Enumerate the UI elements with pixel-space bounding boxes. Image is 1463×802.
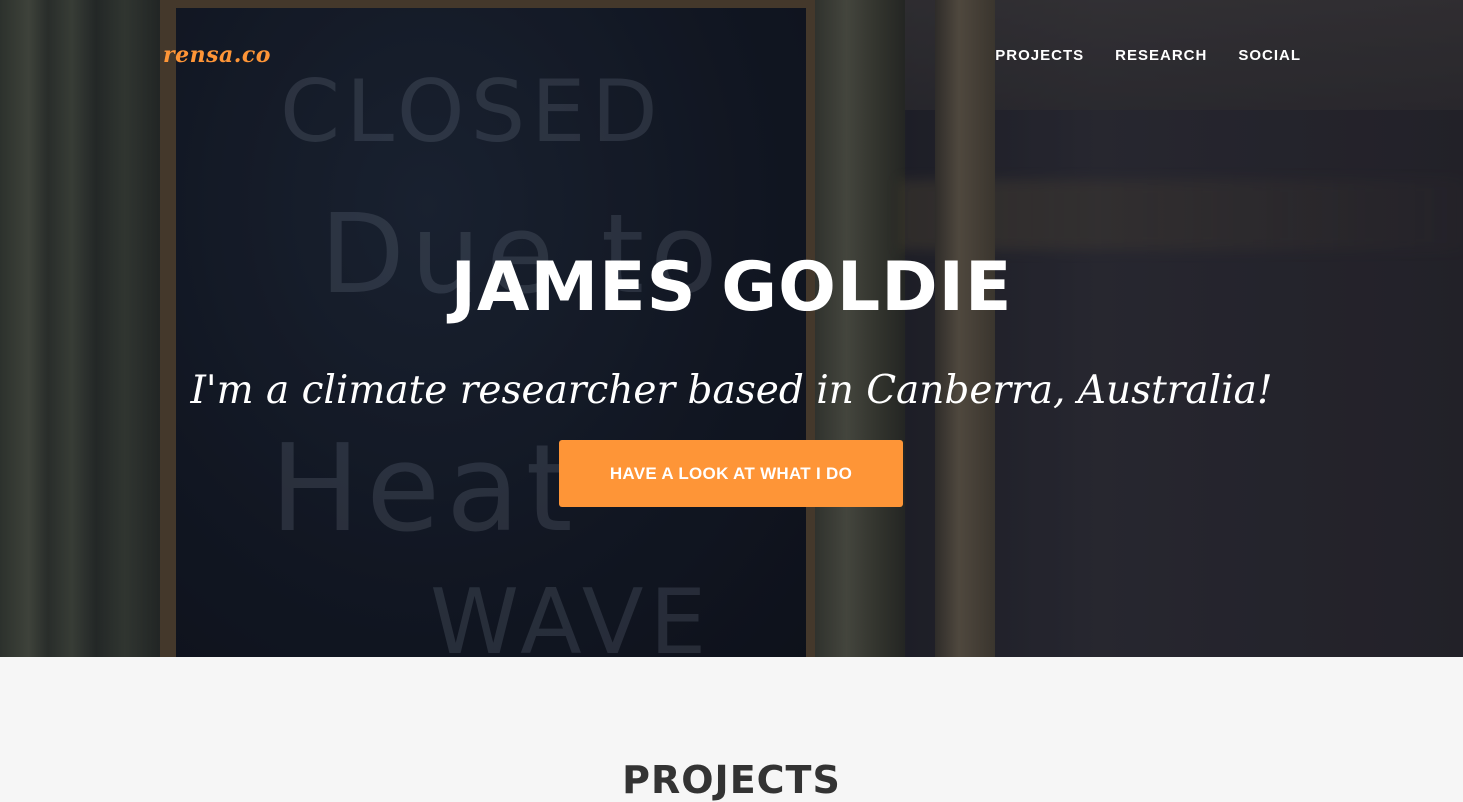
site-logo[interactable]: rensa.co xyxy=(163,42,271,68)
hero-overlay xyxy=(0,0,1463,657)
hero-subtitle: I'm a climate researcher based in Canber… xyxy=(190,368,1273,413)
nav-item-social[interactable]: SOCIAL xyxy=(1238,47,1301,64)
projects-section: PROJECTS xyxy=(0,657,1463,802)
main-nav: PROJECTS RESEARCH SOCIAL xyxy=(995,47,1301,64)
hero-title: JAMES GOLDIE xyxy=(450,248,1013,327)
cta-button[interactable]: HAVE A LOOK AT WHAT I DO xyxy=(559,440,903,507)
projects-heading: PROJECTS xyxy=(622,758,841,802)
hero-section: CLOSED Due to Heat WAVE rensa.co PROJECT… xyxy=(0,0,1463,657)
nav-item-projects[interactable]: PROJECTS xyxy=(995,47,1084,64)
nav-item-research[interactable]: RESEARCH xyxy=(1115,47,1207,64)
